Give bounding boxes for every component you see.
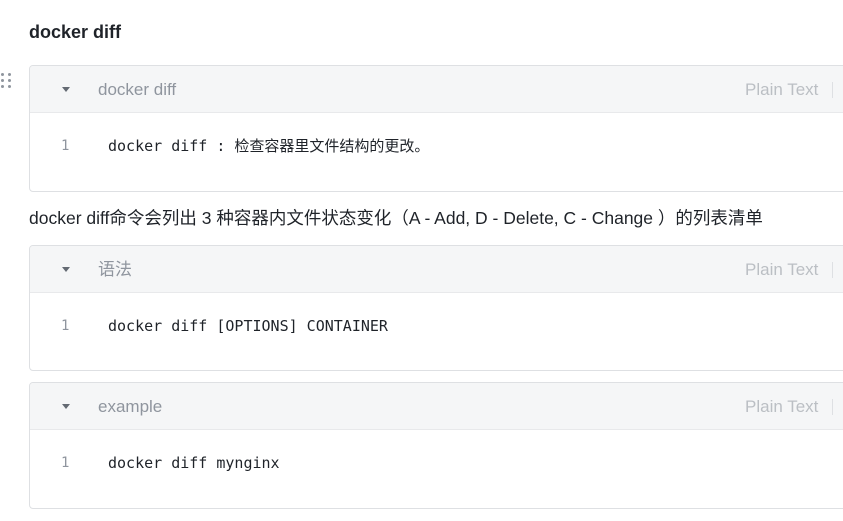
- code-line: 1 docker diff : 检查容器里文件结构的更改。: [30, 131, 843, 161]
- code-block-header: 语法 Plain Text: [30, 246, 843, 293]
- caret-down-icon[interactable]: [62, 87, 70, 92]
- line-number: 1: [61, 318, 70, 334]
- description-paragraph: docker diff命令会列出 3 种容器内文件状态变化（A - Add, D…: [29, 208, 763, 228]
- line-number: 1: [61, 455, 70, 471]
- code-block-title: example: [98, 397, 163, 416]
- section-heading: docker diff: [29, 22, 122, 42]
- divider: [832, 82, 833, 98]
- code-block-docker-diff: docker diff Plain Text 1 docker diff : 检…: [29, 65, 843, 192]
- caret-down-icon[interactable]: [62, 267, 70, 272]
- code-text[interactable]: docker diff : 检查容器里文件结构的更改。: [108, 136, 429, 156]
- language-selector[interactable]: Plain Text: [745, 396, 818, 418]
- code-block-title: 语法: [98, 260, 132, 279]
- divider: [832, 262, 833, 278]
- drag-dot: [1, 73, 4, 76]
- code-block-syntax: 语法 Plain Text 1 docker diff [OPTIONS] CO…: [29, 245, 843, 371]
- drag-dot: [8, 79, 11, 82]
- language-selector[interactable]: Plain Text: [745, 259, 818, 281]
- drag-dot: [8, 73, 11, 76]
- code-text[interactable]: docker diff [OPTIONS] CONTAINER: [108, 316, 388, 336]
- drag-dot: [1, 79, 4, 82]
- code-text[interactable]: docker diff mynginx: [108, 453, 280, 473]
- code-line: 1 docker diff mynginx: [30, 448, 843, 478]
- drag-handle-icon[interactable]: [0, 72, 14, 90]
- code-line: 1 docker diff [OPTIONS] CONTAINER: [30, 311, 843, 341]
- caret-down-icon[interactable]: [62, 404, 70, 409]
- code-block-title: docker diff: [98, 80, 177, 99]
- line-number: 1: [61, 138, 70, 154]
- code-block-header: docker diff Plain Text: [30, 66, 843, 113]
- code-block-example: example Plain Text 1 docker diff mynginx: [29, 382, 843, 509]
- drag-dot: [8, 85, 11, 88]
- language-selector[interactable]: Plain Text: [745, 79, 818, 101]
- code-block-header: example Plain Text: [30, 383, 843, 430]
- drag-dot: [1, 85, 4, 88]
- divider: [832, 399, 833, 415]
